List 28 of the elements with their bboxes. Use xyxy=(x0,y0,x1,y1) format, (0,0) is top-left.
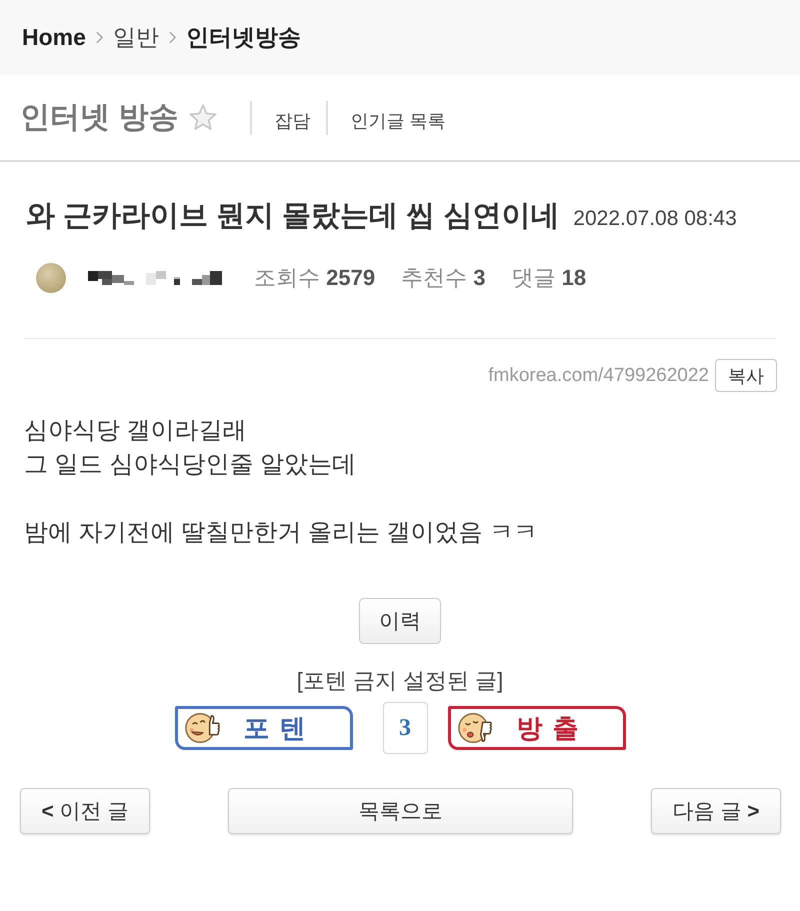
body-text: 그 일드 심야식당인줄 알았는데 xyxy=(24,450,356,480)
history-button[interactable]: 이력 xyxy=(359,598,441,644)
vote-count: 3 xyxy=(382,702,428,754)
copy-button[interactable]: 복사 xyxy=(715,359,777,392)
breadcrumb-link[interactable]: 인터넷방송 xyxy=(186,22,301,53)
post-title: 와 근카라이브 뭔지 몰랐는데 씹 심연이네 xyxy=(26,199,560,234)
body-text: 심야식당 갤이라길래 xyxy=(24,416,247,446)
next-post-button[interactable]: 다음 글 > xyxy=(651,788,781,834)
board-link[interactable]: 인기글 목록 xyxy=(350,108,446,132)
upvote-button[interactable]: 포텐 xyxy=(174,706,352,750)
board-title: 인터넷 방송 xyxy=(20,100,178,136)
star-icon[interactable] xyxy=(188,102,218,132)
board-link[interactable]: 잡담 xyxy=(274,108,310,132)
previous-post-button[interactable]: < 이전 글 xyxy=(20,788,150,834)
breadcrumb-link[interactable]: Home xyxy=(22,24,86,51)
chevron-icon xyxy=(96,31,103,44)
avatar-icon xyxy=(36,263,66,293)
list-button[interactable]: 목록으로 xyxy=(228,788,573,834)
body-text: 밤에 자기전에 딸칠만한거 올리는 갤이었음 ㅋㅋ xyxy=(24,518,538,548)
post-date: 2022.07.08 08:43 xyxy=(573,207,737,231)
post-stat: 조회수 2579 xyxy=(254,264,376,292)
breadcrumb-link[interactable]: 일반 xyxy=(112,22,159,53)
chevron-icon xyxy=(168,31,176,44)
vote-notice: [포텐 금지 설정된 글] xyxy=(296,667,504,695)
post-stat: 추천수 3 xyxy=(401,264,486,292)
post-url: fmkorea.com/4799262022 xyxy=(488,364,709,386)
downvote-button[interactable]: 방출 xyxy=(448,706,626,750)
post-stat: 댓글 18 xyxy=(511,264,586,292)
